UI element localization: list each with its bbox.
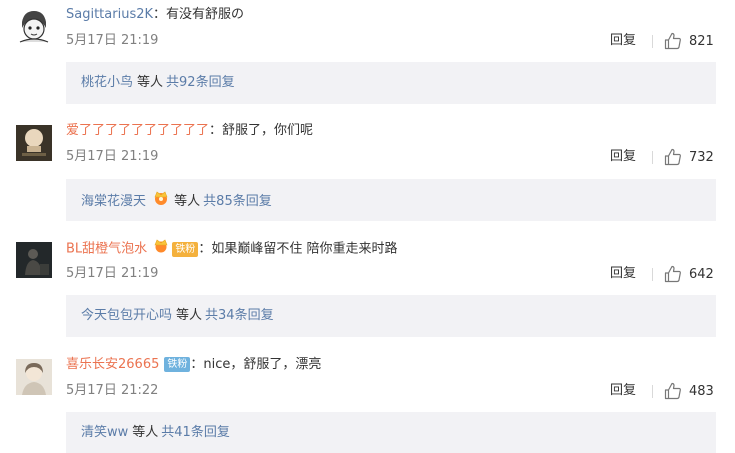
reply-author[interactable]: 清笑ww [81, 425, 128, 440]
thumbs-up-icon [664, 32, 681, 50]
divider [652, 385, 653, 398]
thumbs-up-icon [664, 382, 681, 400]
reply-button[interactable]: 回复 [610, 32, 636, 50]
username[interactable]: Sagittarius2K [66, 7, 153, 22]
reply-summary[interactable]: 桃花小鸟 等人 共92条回复 [66, 62, 716, 104]
divider [652, 151, 653, 164]
avatar[interactable] [16, 242, 52, 278]
username[interactable]: 喜乐长安26665 [66, 357, 159, 372]
timestamp: 5月17日 21:19 [66, 33, 159, 48]
thumbs-up-icon [664, 265, 681, 283]
avatar[interactable] [16, 359, 52, 395]
reply-button[interactable]: 回复 [610, 265, 636, 283]
reply-button[interactable]: 回复 [610, 148, 636, 166]
like-count: 642 [689, 266, 714, 282]
like-button[interactable]: 642 [664, 263, 714, 285]
fan-badge: 铁粉 [172, 241, 199, 257]
comment-line: BL甜橙气泡水 铁粉 ：如果巅峰留不住 陪你重走来时路 [66, 238, 397, 258]
divider [652, 35, 653, 48]
crown-badge-icon [152, 190, 170, 213]
thumbs-up-icon [664, 148, 681, 166]
like-count: 483 [689, 383, 714, 399]
reply-author[interactable]: 海棠花漫天 [81, 194, 146, 209]
comment-text: 如果巅峰留不住 陪你重走来时路 [211, 241, 398, 257]
timestamp: 5月17日 21:22 [66, 383, 159, 398]
reply-count-link[interactable]: 共41条回复 [161, 425, 230, 440]
like-count: 732 [689, 149, 714, 165]
fan-badge: 铁粉 [164, 357, 191, 372]
timestamp: 5月17日 21:19 [66, 149, 159, 164]
reply-count-link[interactable]: 共85条回复 [203, 194, 272, 209]
reply-count-link[interactable]: 共92条回复 [166, 75, 235, 90]
divider [652, 268, 653, 281]
like-count: 821 [689, 33, 714, 49]
reply-author[interactable]: 桃花小鸟 [81, 75, 133, 90]
comment-text: 有没有舒服の [166, 7, 245, 22]
reply-count-link[interactable]: 共34条回复 [205, 308, 274, 323]
reply-summary[interactable]: 清笑ww 等人 共41条回复 [66, 412, 716, 453]
reply-author[interactable]: 今天包包开心吗 [81, 308, 172, 323]
comment-text: 舒服了，你们呢 [222, 123, 314, 138]
avatar[interactable] [16, 8, 52, 44]
crown-badge-icon [153, 238, 169, 260]
username[interactable]: BL甜橙气泡水 [66, 242, 147, 257]
comment-text: nice，舒服了，漂亮 [203, 357, 322, 372]
comment-line: Sagittarius2K：有没有舒服の [66, 7, 245, 22]
like-button[interactable]: 821 [664, 30, 714, 52]
avatar[interactable] [16, 125, 52, 161]
reply-button[interactable]: 回复 [610, 382, 636, 400]
comment-line: 喜乐长安26665 铁粉 ：nice，舒服了，漂亮 [66, 357, 322, 372]
like-button[interactable]: 732 [664, 146, 714, 168]
like-button[interactable]: 483 [664, 380, 714, 402]
reply-summary[interactable]: 今天包包开心吗 等人 共34条回复 [66, 295, 716, 337]
comment-line: 爱了了了了了了了了了了：舒服了，你们呢 [66, 123, 314, 138]
timestamp: 5月17日 21:19 [66, 266, 159, 281]
reply-summary[interactable]: 海棠花漫天 等人 共85条回复 [66, 179, 716, 221]
username[interactable]: 爱了了了了了了了了了了 [66, 123, 209, 138]
